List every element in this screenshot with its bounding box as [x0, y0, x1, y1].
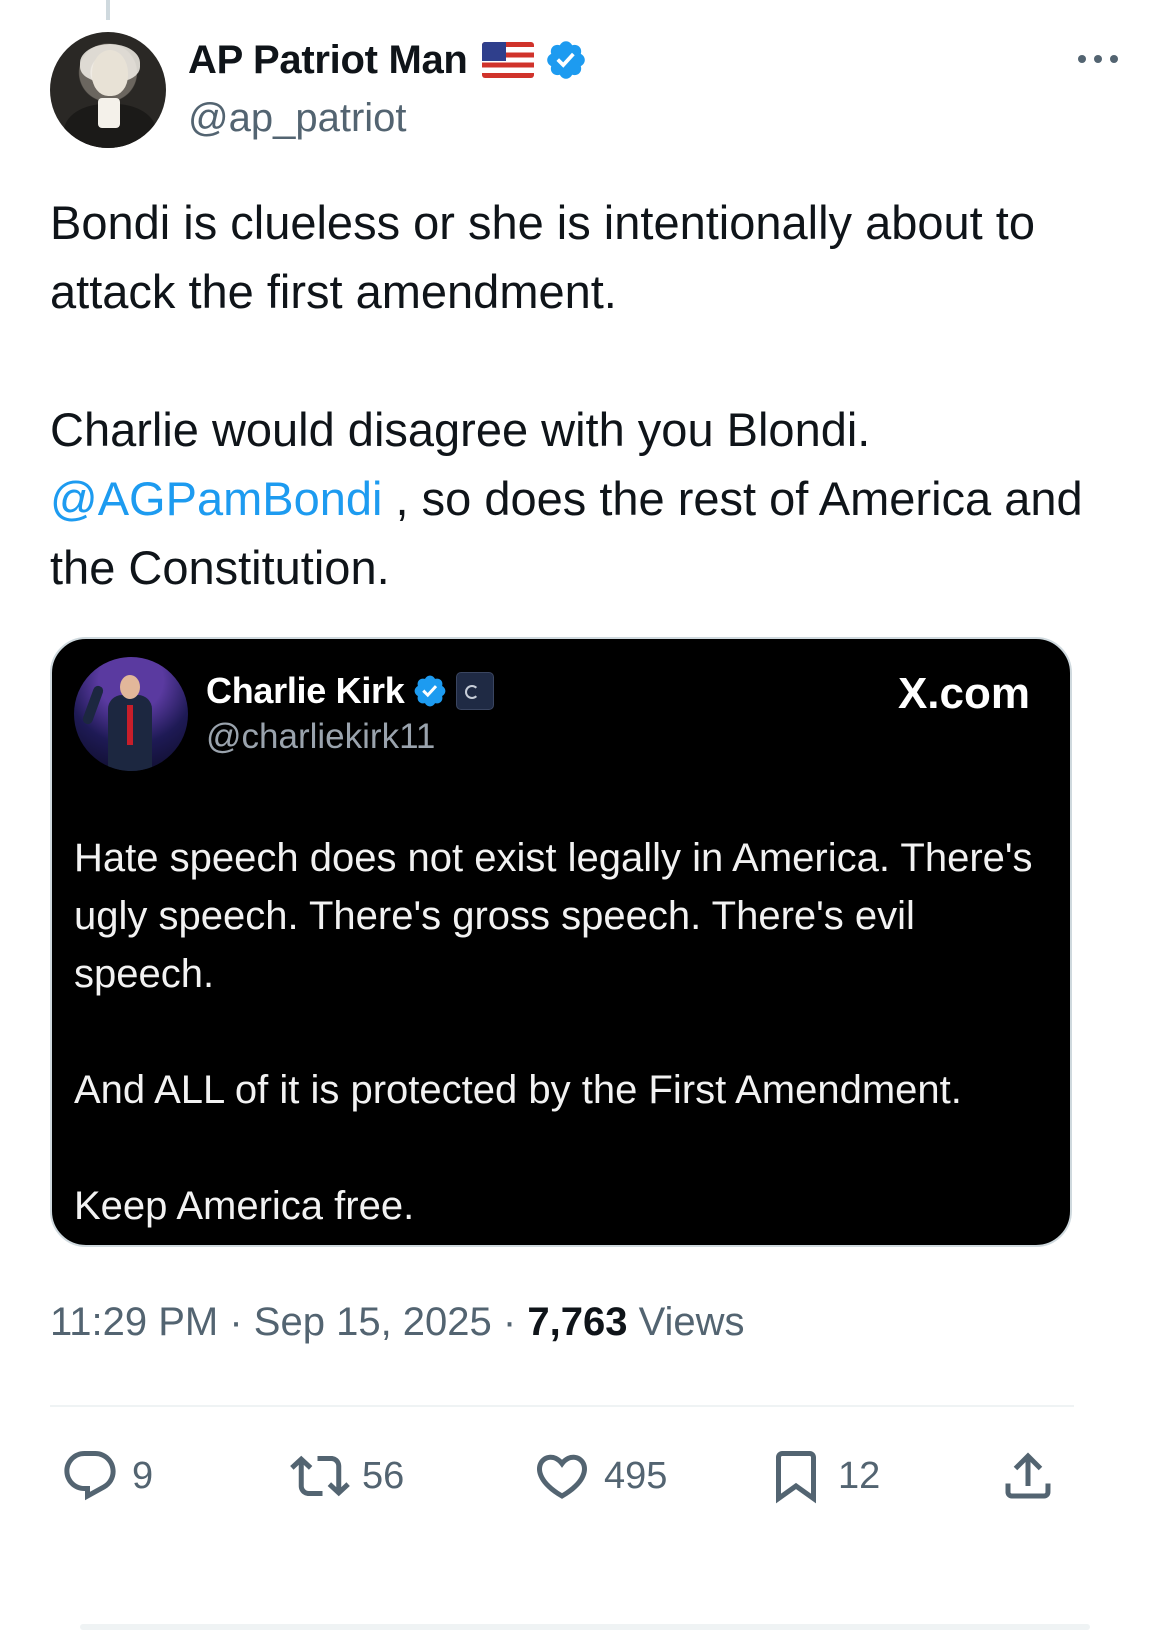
- share-icon: [1005, 1452, 1051, 1499]
- repost-button[interactable]: 56: [290, 1446, 404, 1506]
- quoted-paragraph-1: Hate speech does not exist legally in Am…: [74, 836, 1033, 996]
- bookmark-icon: [776, 1451, 816, 1504]
- mention-link[interactable]: @AGPamBondi: [50, 472, 382, 525]
- repost-count: 56: [362, 1454, 405, 1497]
- post-time[interactable]: 11:29 PM: [50, 1300, 218, 1344]
- actions-divider: [50, 1405, 1074, 1407]
- quoted-name-row: Charlie Kirk: [206, 669, 495, 713]
- quoted-display-name: Charlie Kirk: [206, 670, 405, 711]
- quoted-text: Hate speech does not exist legally in Am…: [74, 829, 1054, 1235]
- bookmark-button[interactable]: 12: [766, 1446, 880, 1506]
- post-meta: 11:29 PM · Sep 15, 2025 · 7,763 Views: [50, 1300, 745, 1345]
- author-name-row: AP Patriot Man: [188, 36, 588, 84]
- post-date[interactable]: Sep 15, 2025: [254, 1300, 492, 1344]
- thread-connector-line: [106, 0, 110, 20]
- post-text-paragraph-2: Charlie would disagree with you Blondi.: [50, 403, 871, 456]
- meta-separator-2: ·: [491, 1300, 528, 1344]
- meta-separator: ·: [218, 1300, 254, 1344]
- views-count[interactable]: 7,763: [527, 1300, 627, 1344]
- bottom-divider: [80, 1624, 1090, 1630]
- author-display-name[interactable]: AP Patriot Man: [188, 38, 468, 83]
- reply-button[interactable]: 9: [60, 1446, 153, 1506]
- views-label: Views: [627, 1300, 745, 1344]
- more-options-icon[interactable]: [1076, 52, 1120, 66]
- quoted-handle: @charliekirk11: [206, 717, 436, 756]
- post-text-paragraph-3: @AGPamBondi , so does the rest of Americ…: [50, 464, 1110, 602]
- quoted-paragraph-3: Keep America free.: [74, 1184, 415, 1228]
- author-handle[interactable]: @ap_patriot: [188, 96, 407, 141]
- repost-icon: [290, 1455, 350, 1497]
- reply-icon: [64, 1451, 116, 1501]
- quoted-paragraph-2: And ALL of it is protected by the First …: [74, 1068, 962, 1112]
- heart-icon: [536, 1454, 588, 1499]
- quoted-author-avatar: [74, 657, 188, 771]
- us-flag-icon: [481, 42, 534, 78]
- quoted-verified-badge-icon: [415, 675, 446, 707]
- quoted-source-label: X.com: [897, 669, 1030, 718]
- verified-badge-icon[interactable]: [544, 38, 588, 82]
- post-text: Bondi is clueless or she is intentionall…: [50, 188, 1110, 602]
- like-button[interactable]: 495: [532, 1446, 667, 1506]
- share-button[interactable]: [998, 1446, 1058, 1506]
- author-avatar[interactable]: [50, 32, 166, 148]
- reply-count: 9: [132, 1454, 154, 1497]
- post-text-paragraph-1: Bondi is clueless or she is intentionall…: [50, 196, 1035, 318]
- affiliate-badge-icon: [456, 672, 495, 710]
- like-count: 495: [604, 1454, 668, 1497]
- quoted-image-card[interactable]: Charlie Kirk @charliekirk11 X.com Hate s…: [50, 637, 1072, 1247]
- bookmark-count: 12: [838, 1454, 881, 1497]
- post-header: AP Patriot Man @ap_patriot: [50, 30, 1120, 150]
